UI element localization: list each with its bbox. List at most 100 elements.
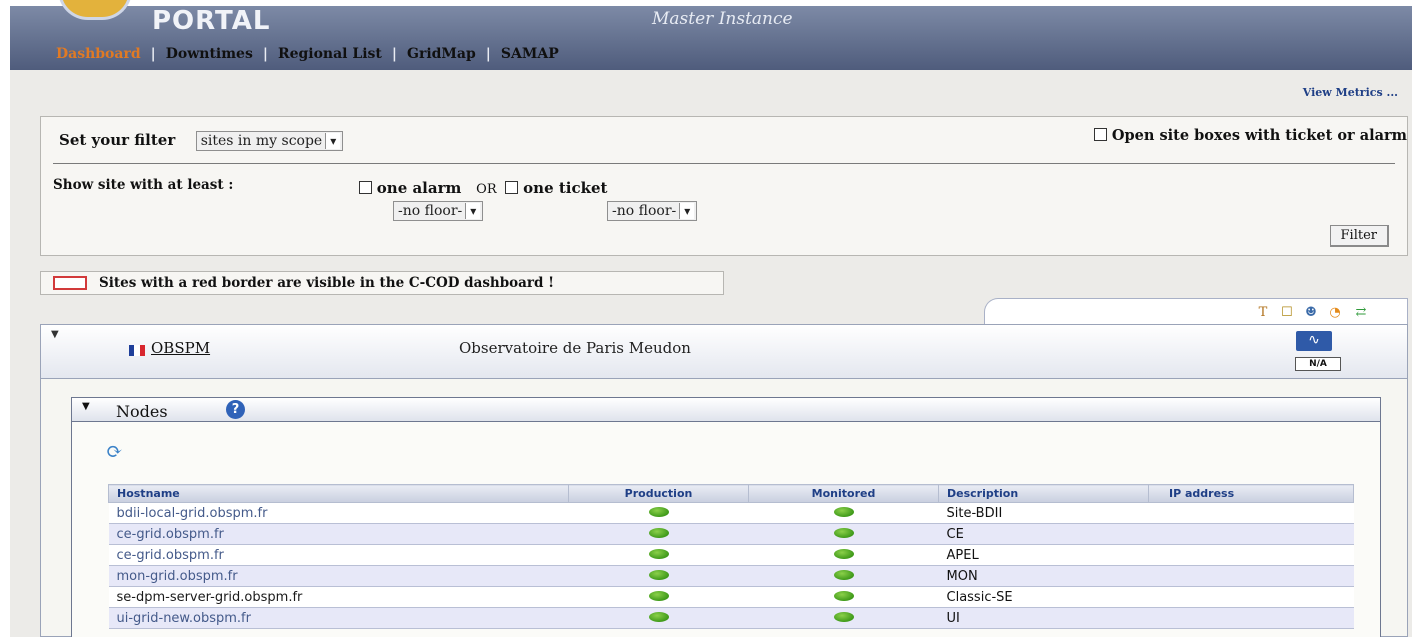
one-alarm-checkbox[interactable] [359,181,372,194]
hostname-link[interactable]: ui-grid-new.obspm.fr [108,607,569,629]
ticket-add-icon[interactable]: T [1255,305,1271,321]
ip-cell [1148,565,1354,587]
nav-separator: | [262,46,268,62]
nodes-table: Hostname Production Monitored Descriptio… [108,484,1354,629]
site-header: ▼ OBSPM Observatoire de Paris Meudon ∿ N… [41,325,1407,379]
hostname-link[interactable]: ce-grid.obspm.fr [108,544,569,566]
nav-samap[interactable]: SAMAP [501,46,559,62]
main-content: View Metrics ... Set your filter sites i… [10,70,1412,637]
col-description[interactable]: Description [938,484,1149,503]
notes-icon[interactable]: ☐ [1279,305,1295,321]
portal-title: PORTAL [152,6,271,36]
status-ok-icon [648,590,669,601]
open-boxes-checkbox[interactable] [1093,128,1107,141]
table-row: bdii-local-grid.obspm.fr Site-BDII [108,502,1354,524]
table-row: ce-grid.obspm.fr APEL [108,544,1354,566]
status-ok-icon [833,590,854,601]
ip-cell [1148,544,1354,566]
ip-cell [1148,586,1354,608]
monitor-icon[interactable]: ∿ [1296,331,1332,351]
alarm-ticket-options: one alarm OR one ticket [359,179,607,197]
rss-icon[interactable]: ◔ [1327,305,1343,321]
col-monitored[interactable]: Monitored [748,484,939,503]
help-icon[interactable]: ? [226,400,245,419]
site-tools-tab: T ☐ ☻ ◔ ⇄ [984,298,1408,324]
logo [58,0,132,20]
table-row: ce-grid.obspm.fr CE [108,523,1354,545]
collapse-nodes-icon[interactable]: ▼ [82,401,90,412]
table-header-row: Hostname Production Monitored Descriptio… [108,484,1354,503]
monitored-status [748,502,939,524]
status-ok-icon [833,548,854,559]
ip-cell [1148,607,1354,629]
monitored-status [748,523,939,545]
status-ok-icon [648,569,669,580]
nav-separator: | [150,46,156,62]
open-boxes-option: Open site boxes with ticket or alarm [1093,127,1407,144]
nodes-title: Nodes [116,402,168,421]
description-cell: UI [938,607,1149,629]
french-flag-icon [129,345,145,356]
status-ok-icon [648,527,669,538]
one-ticket-label: one ticket [523,179,608,197]
status-ok-icon [648,506,669,517]
hostname-link[interactable]: mon-grid.obspm.fr [108,565,569,587]
status-ok-icon [648,548,669,559]
table-row: se-dpm-server-grid.obspm.fr Classic-SE [108,586,1354,608]
nav-separator: | [485,46,491,62]
nodes-header: ▼ Nodes ? [72,398,1380,422]
nav-dashboard[interactable]: Dashboard [56,46,141,62]
production-status [568,607,749,629]
status-badge: N/A [1295,357,1341,371]
monitored-status [748,607,939,629]
monitored-status [748,544,939,566]
nav-gridmap[interactable]: GridMap [407,46,476,62]
description-cell: APEL [938,544,1149,566]
open-boxes-label: Open site boxes with ticket or alarm [1111,127,1407,144]
production-status [568,544,749,566]
view-metrics-link[interactable]: View Metrics ... [1303,86,1398,99]
nav-separator: | [391,46,397,62]
monitored-status [748,565,939,587]
production-status [568,586,749,608]
nav-regional-list[interactable]: Regional List [278,46,382,62]
nav-downtimes[interactable]: Downtimes [166,46,253,62]
hostname-link[interactable]: se-dpm-server-grid.obspm.fr [108,586,569,608]
table-row: ui-grid-new.obspm.fr UI [108,607,1354,629]
scope-select[interactable]: sites in my scope [195,131,344,151]
site-name-link[interactable]: OBSPM [151,339,210,357]
sync-icon[interactable]: ⇄ [1353,305,1369,321]
collapse-site-icon[interactable]: ▼ [51,329,59,340]
nodes-panel: ▼ Nodes ? ⟳ Hostname Production Monitore… [71,397,1381,637]
one-ticket-checkbox[interactable] [505,181,519,194]
hostname-link[interactable]: ce-grid.obspm.fr [108,523,569,545]
description-cell: MON [938,565,1149,587]
or-label: OR [476,182,497,197]
refresh-icon[interactable]: ⟳ [106,441,128,461]
contact-icon[interactable]: ☻ [1303,305,1319,321]
production-status [568,565,749,587]
hostname-link[interactable]: bdii-local-grid.obspm.fr [108,502,569,524]
site-description: Observatoire de Paris Meudon [459,339,691,357]
production-status [568,502,749,524]
instance-title: Master Instance [652,9,793,29]
red-border-swatch [53,276,87,290]
red-border-note: Sites with a red border are visible in t… [40,271,724,295]
filter-panel: Set your filter sites in my scope Open s… [40,116,1408,256]
col-hostname[interactable]: Hostname [108,484,569,503]
ip-cell [1148,523,1354,545]
status-ok-icon [833,611,854,622]
filter-row: Set your filter sites in my scope [59,131,344,151]
red-border-note-text: Sites with a red border are visible in t… [99,275,555,291]
status-ok-icon [833,569,854,580]
filter-button[interactable]: Filter [1329,225,1389,247]
description-cell: Classic-SE [938,586,1149,608]
ticket-floor-select[interactable]: -no floor- [607,201,698,221]
col-production[interactable]: Production [568,484,749,503]
status-ok-icon [833,506,854,517]
alarm-floor-select[interactable]: -no floor- [393,201,484,221]
col-ip-address[interactable]: IP address [1148,484,1354,503]
status-ok-icon [648,611,669,622]
show-site-label: Show site with at least : [53,177,234,193]
table-row: mon-grid.obspm.fr MON [108,565,1354,587]
